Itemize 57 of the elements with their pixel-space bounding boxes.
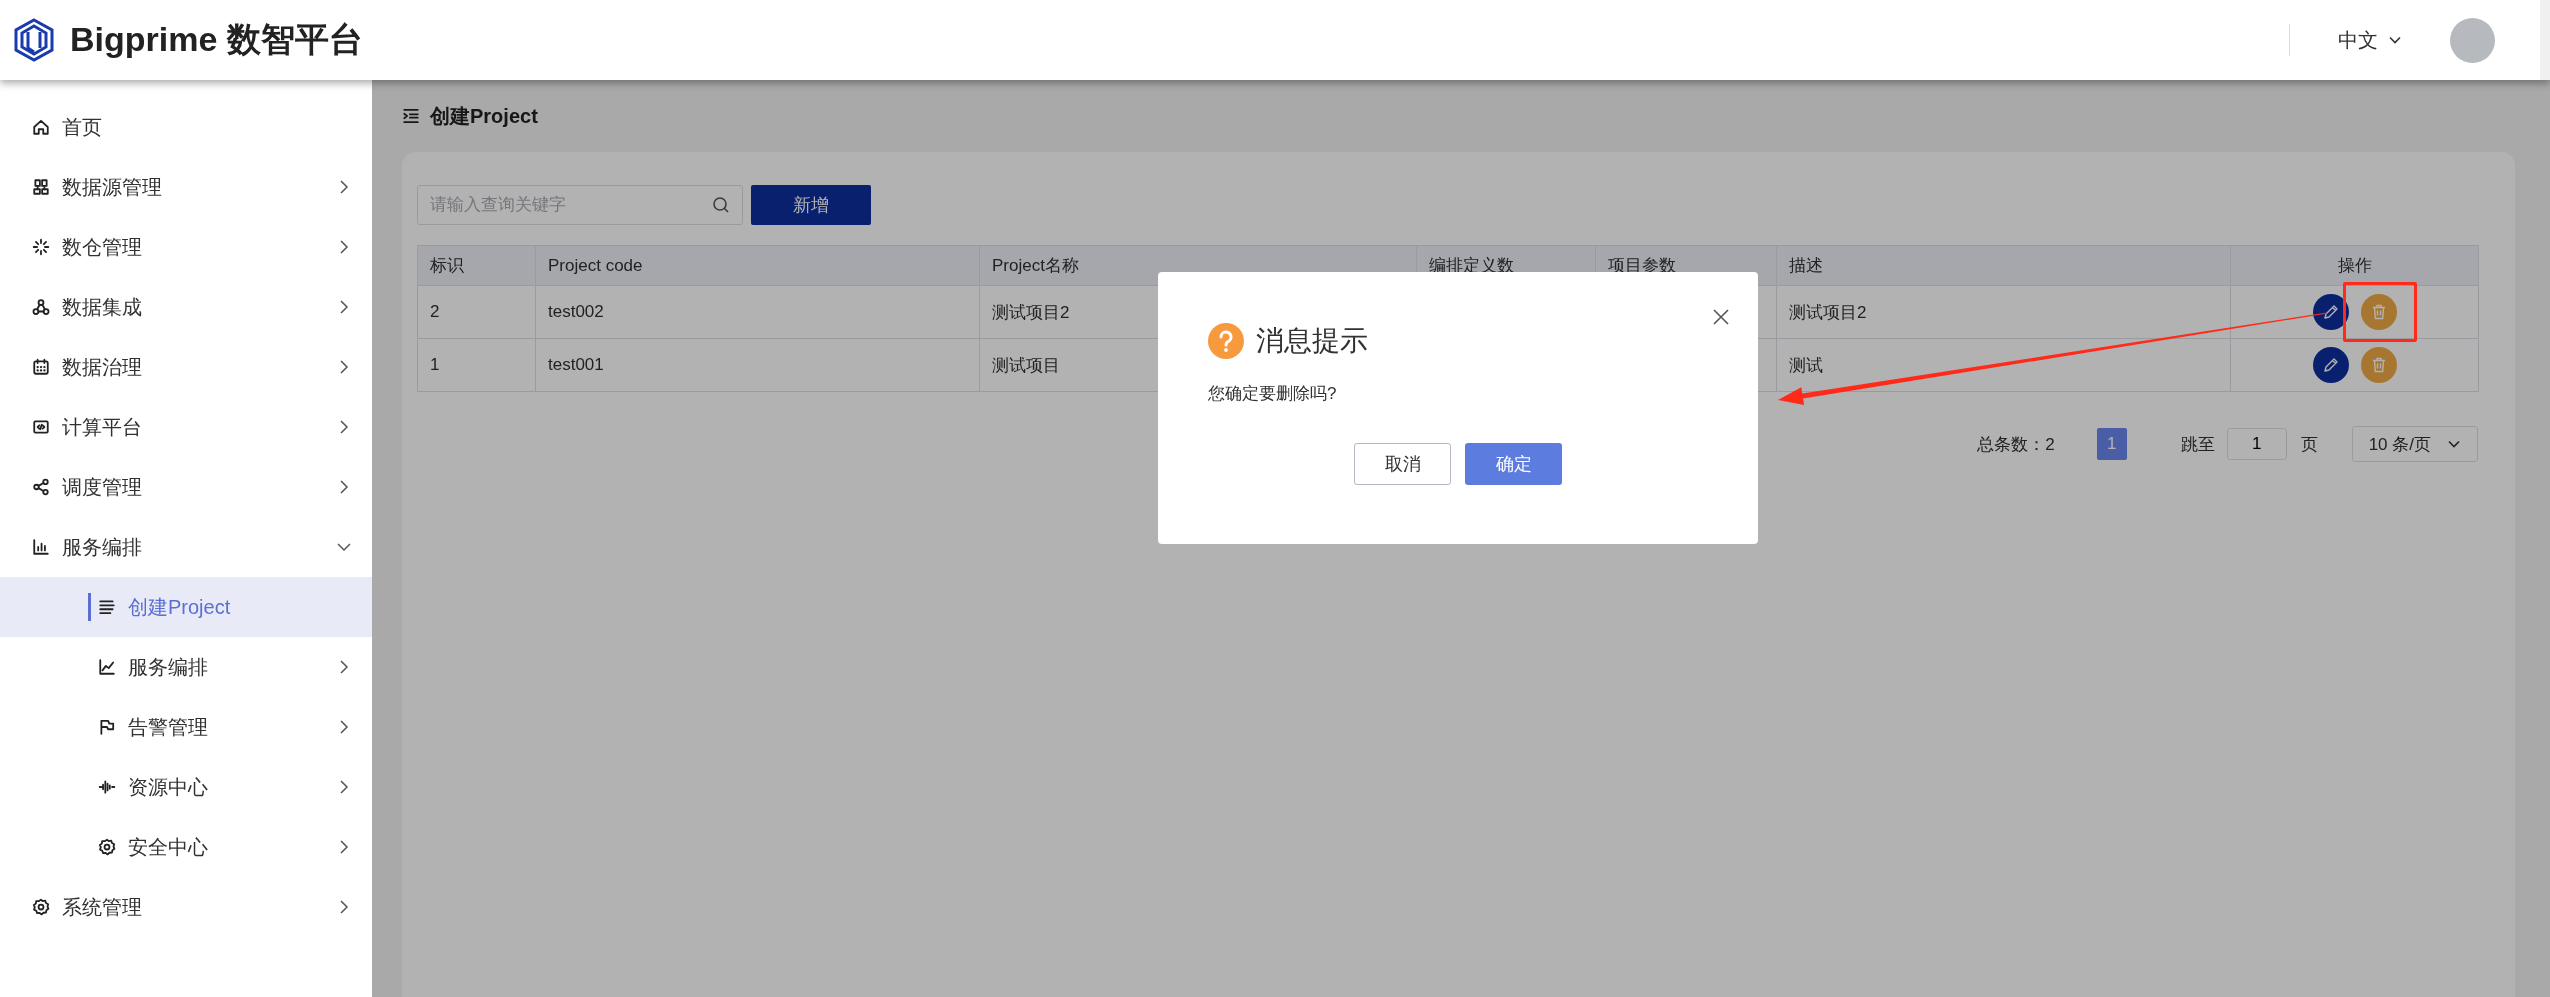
edit-button[interactable] bbox=[2312, 347, 2349, 383]
column-header: 标识 bbox=[417, 245, 536, 286]
sidebar-item[interactable]: 告警管理 bbox=[0, 697, 372, 757]
column-header: 操作 bbox=[2230, 245, 2479, 286]
cancel-button[interactable]: 取消 bbox=[1354, 443, 1451, 485]
home-icon bbox=[32, 118, 50, 136]
sparkle-icon bbox=[32, 238, 50, 256]
sidebar-item[interactable]: 创建Project bbox=[0, 577, 372, 637]
sidebar-item[interactable]: 服务编排 bbox=[0, 637, 372, 697]
sidebar-item[interactable]: 数仓管理 bbox=[0, 217, 372, 277]
language-dropdown[interactable]: 中文 bbox=[2338, 26, 2402, 54]
sidebar-item[interactable]: 系统管理 bbox=[0, 877, 372, 937]
sidebar-item[interactable]: 资源中心 bbox=[0, 757, 372, 817]
settings-icon bbox=[32, 898, 50, 916]
total-count: 总条数：2 bbox=[1977, 433, 2055, 456]
edit-button[interactable] bbox=[2312, 294, 2349, 330]
sidebar-item[interactable]: 调度管理 bbox=[0, 457, 372, 517]
search-field[interactable]: 请输入查询关键字 bbox=[417, 185, 743, 225]
search-icon bbox=[711, 195, 731, 215]
pencil-icon bbox=[2321, 356, 2340, 374]
table-cell: test001 bbox=[535, 338, 980, 392]
page-input[interactable]: 1 bbox=[2226, 428, 2287, 460]
code-window-icon bbox=[32, 418, 50, 436]
sidebar-item[interactable]: 服务编排 bbox=[0, 517, 372, 577]
logo-icon bbox=[12, 18, 56, 62]
page-unit: 页 bbox=[2300, 433, 2318, 456]
sidebar-item[interactable]: 安全中心 bbox=[0, 817, 372, 877]
table-cell: 1 bbox=[417, 338, 536, 392]
pencil-icon bbox=[2321, 303, 2340, 321]
sidebar-item[interactable]: 计算平台 bbox=[0, 397, 372, 457]
sidebar-item[interactable]: 首页 bbox=[0, 97, 372, 157]
lines-icon bbox=[98, 598, 116, 616]
column-header: Project code bbox=[535, 245, 980, 286]
table-cell: 2 bbox=[417, 285, 536, 339]
line-chart-icon bbox=[98, 658, 116, 676]
column-header: 描述 bbox=[1776, 245, 2231, 286]
cluster-icon bbox=[32, 178, 50, 196]
calendar-icon bbox=[32, 358, 50, 376]
confirm-button[interactable]: 确定 bbox=[1465, 443, 1562, 485]
jump-label: 跳至 bbox=[2180, 433, 2215, 456]
add-button[interactable]: 新增 bbox=[751, 185, 871, 225]
settings-icon bbox=[98, 838, 116, 856]
flag-icon bbox=[98, 718, 116, 736]
share-icon bbox=[32, 478, 50, 496]
triangle-nodes-icon bbox=[32, 298, 50, 316]
sound-wave-icon bbox=[98, 778, 116, 796]
table-cell: test002 bbox=[535, 285, 980, 339]
bar-chart-icon bbox=[32, 538, 50, 556]
question-icon bbox=[1208, 323, 1244, 359]
sidebar-item[interactable]: 数据源管理 bbox=[0, 157, 372, 217]
sidebar-item[interactable]: 数据治理 bbox=[0, 337, 372, 397]
sidebar-item[interactable]: 数据集成 bbox=[0, 277, 372, 337]
page-size-dropdown[interactable]: 10 条/页 bbox=[2351, 426, 2478, 462]
indent-icon bbox=[402, 107, 420, 125]
app-title: Bigprime 数智平台 bbox=[70, 19, 363, 60]
page-title: 创建Project bbox=[430, 103, 538, 129]
close-icon bbox=[1712, 308, 1730, 326]
